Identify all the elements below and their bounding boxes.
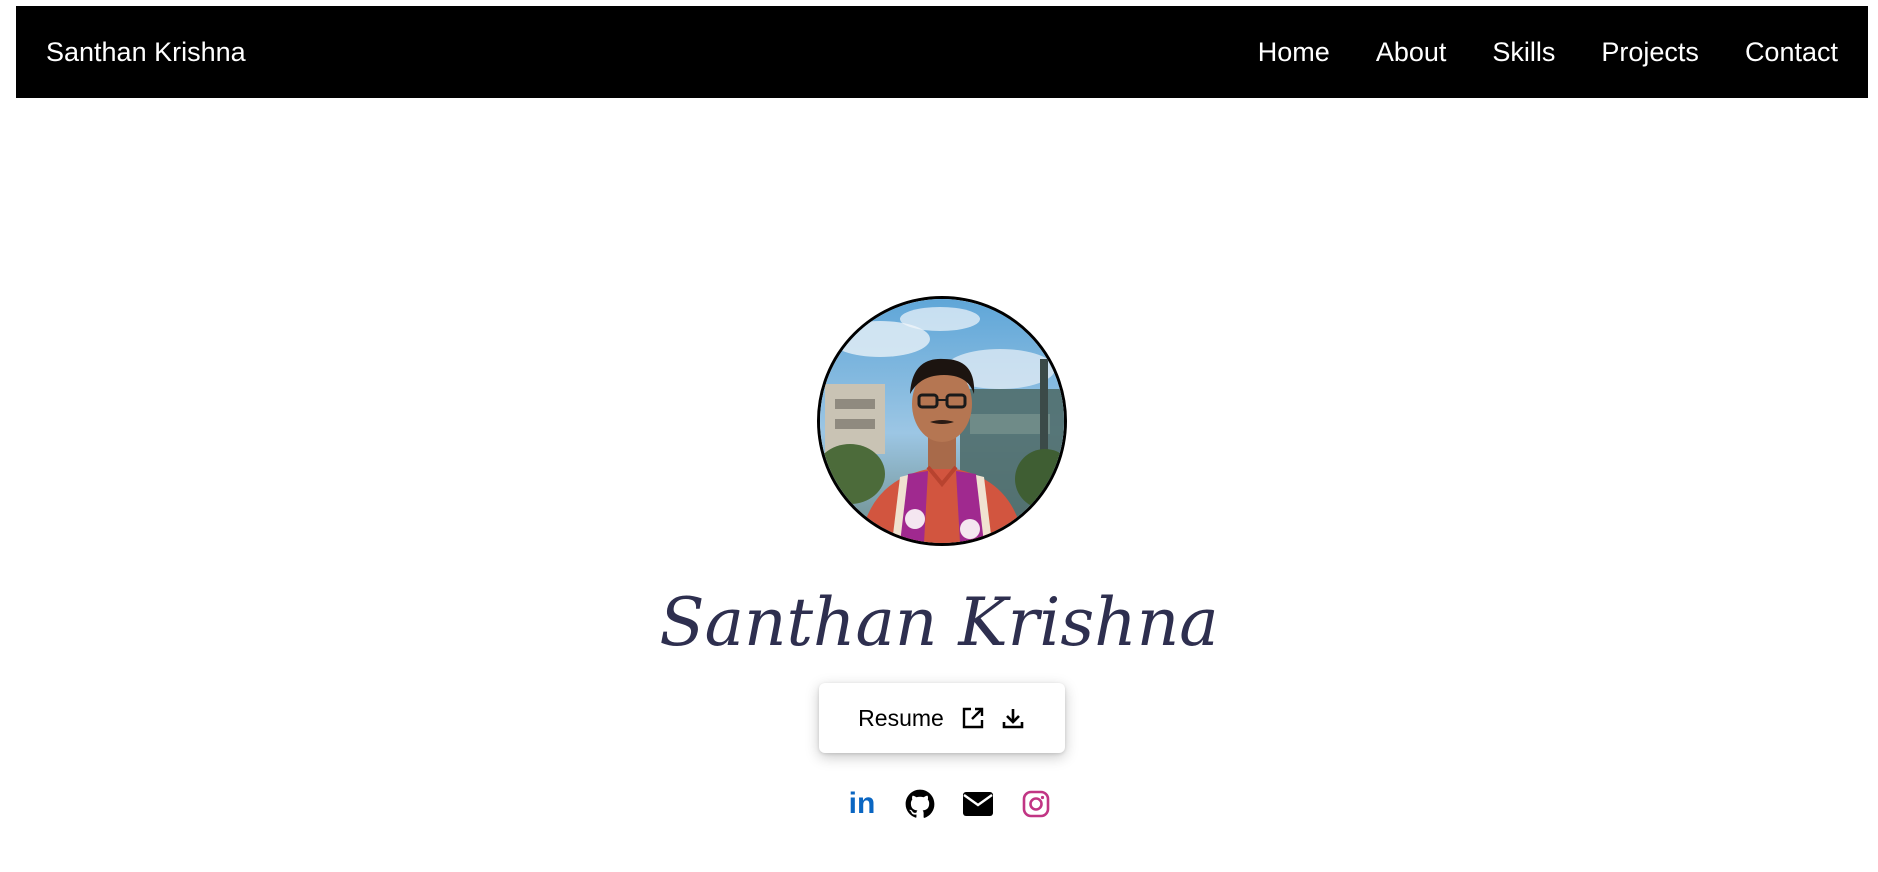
nav-link-projects[interactable]: Projects — [1601, 37, 1699, 68]
nav-link-contact[interactable]: Contact — [1745, 37, 1838, 68]
navbar: Santhan Krishna Home About Skills Projec… — [16, 6, 1868, 98]
profile-avatar — [817, 296, 1067, 546]
external-link-icon[interactable] — [960, 705, 986, 731]
hero-name: Santhan Krishna — [659, 584, 1219, 661]
nav-link-skills[interactable]: Skills — [1492, 37, 1555, 68]
nav-link-about[interactable]: About — [1376, 37, 1447, 68]
nav-link-home[interactable]: Home — [1258, 37, 1330, 68]
social-links: in — [846, 788, 1052, 820]
mail-icon[interactable] — [962, 788, 994, 820]
hero-section: Santhan Krishna Resume in — [0, 0, 1878, 872]
linkedin-icon[interactable]: in — [846, 788, 878, 820]
profile-photo — [820, 299, 1064, 543]
instagram-icon[interactable] — [1020, 788, 1052, 820]
resume-button[interactable]: Resume — [819, 683, 1065, 753]
download-icon[interactable] — [1000, 705, 1026, 731]
nav-links: Home About Skills Projects Contact — [1258, 37, 1838, 68]
github-icon[interactable] — [904, 788, 936, 820]
page: Santhan Krishna Home About Skills Projec… — [0, 0, 1878, 872]
resume-label: Resume — [858, 704, 944, 731]
brand-link[interactable]: Santhan Krishna — [46, 37, 246, 68]
